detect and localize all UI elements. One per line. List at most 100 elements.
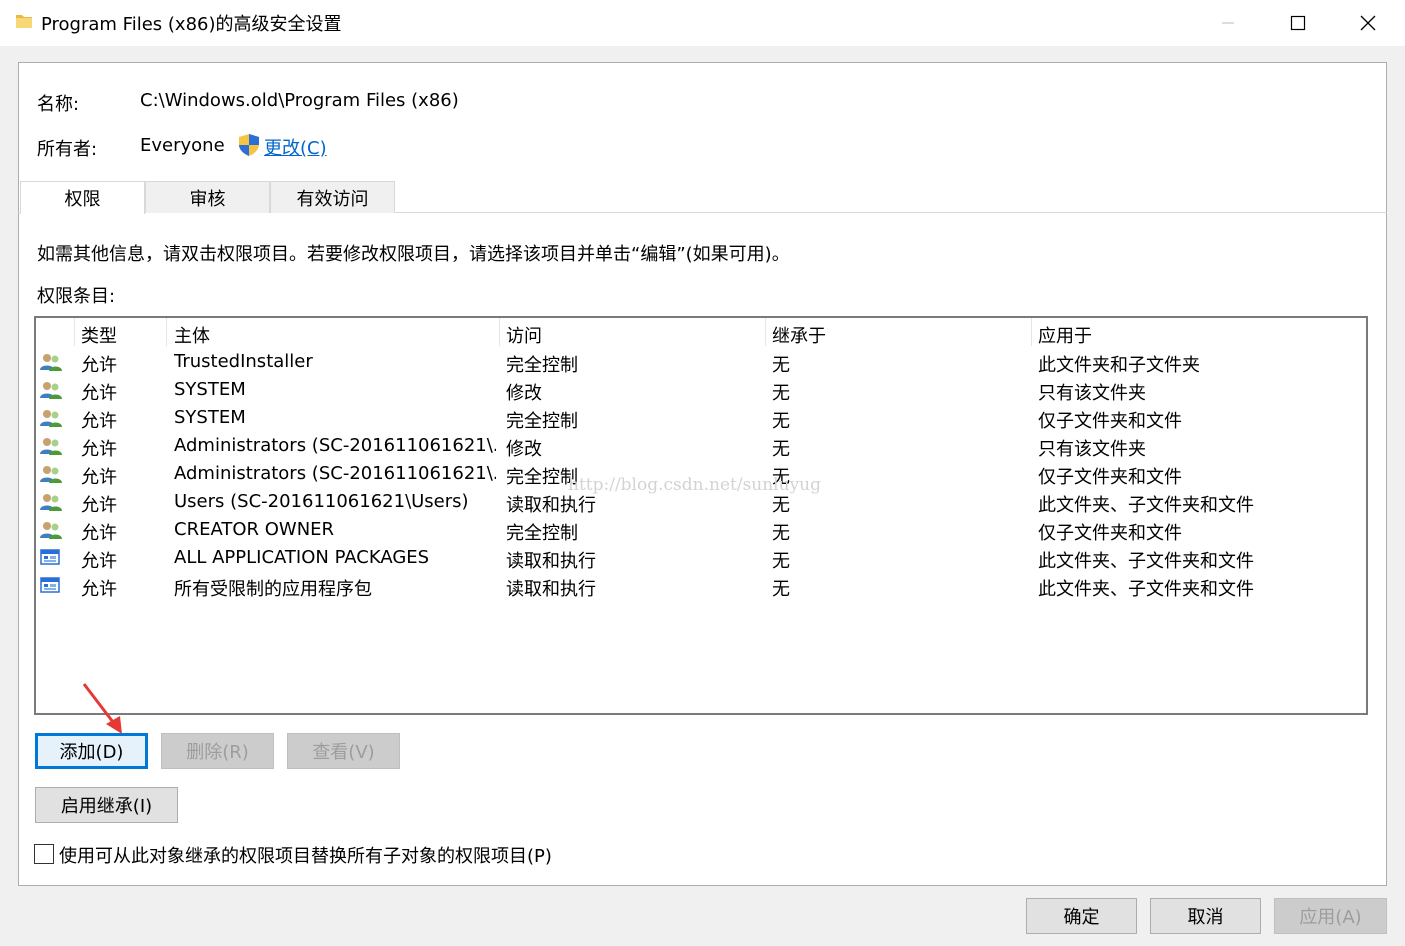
column-separator	[1031, 318, 1032, 346]
cell-principal: Administrators (SC-201611061621\...	[174, 463, 496, 484]
change-owner-link[interactable]: 更改(C)	[264, 134, 327, 160]
users-icon	[40, 464, 62, 484]
close-icon	[1360, 15, 1376, 31]
close-button[interactable]	[1333, 0, 1403, 46]
name-label: 名称:	[37, 94, 80, 115]
cell-access: 修改	[506, 439, 542, 460]
cell-inherited-from: 无	[772, 411, 790, 432]
cell-access: 修改	[506, 383, 542, 404]
cell-principal: SYSTEM	[174, 407, 246, 428]
cell-type: 允许	[81, 355, 117, 376]
cell-type: 允许	[81, 551, 117, 572]
cell-applies-to: 只有该文件夹	[1038, 439, 1146, 460]
table-row[interactable]: 允许 ALL APPLICATION PACKAGES 读取和执行 无 此文件夹、子文件…	[36, 544, 1366, 572]
cell-type: 允许	[81, 411, 117, 432]
cell-principal: SYSTEM	[174, 379, 246, 400]
cell-principal: TrustedInstaller	[174, 351, 313, 372]
table-row[interactable]: 允许 Administrators (SC-201611061621\... 修改 无…	[36, 432, 1366, 460]
cell-type: 允许	[81, 467, 117, 488]
cell-inherited-from: 无	[772, 467, 790, 488]
cell-applies-to: 仅子文件夹和文件	[1038, 411, 1182, 432]
folder-icon	[16, 15, 32, 28]
permission-entries-list[interactable]: 类型 主体 访问 继承于 应用于 允许 TrustedInstaller 完全控制无…	[34, 316, 1368, 715]
cell-applies-to: 只有该文件夹	[1038, 383, 1146, 404]
cell-type: 允许	[81, 579, 117, 600]
annotation-arrow-icon	[82, 683, 122, 734]
cell-inherited-from: 无	[772, 383, 790, 404]
cell-applies-to: 此文件夹和子文件夹	[1038, 355, 1200, 376]
owner-label: 所有者:	[37, 139, 98, 160]
column-header-type[interactable]: 类型	[81, 322, 117, 348]
cell-type: 允许	[81, 523, 117, 544]
users-icon	[40, 380, 62, 400]
table-row[interactable]: 允许 TrustedInstaller 完全控制 无 此文件夹和子文件夹	[36, 348, 1366, 376]
tab-auditing[interactable]: 审核	[145, 181, 270, 213]
table-row[interactable]: 允许 SYSTEM 修改 无 只有该文件夹	[36, 376, 1366, 404]
uac-shield-icon	[239, 134, 259, 156]
column-header-applies-to[interactable]: 应用于	[1038, 322, 1092, 348]
users-icon	[40, 408, 62, 428]
enable-inheritance-button[interactable]: 启用继承(I)	[35, 787, 178, 823]
add-button[interactable]: 添加(D)	[35, 733, 148, 769]
minimize-button[interactable]	[1193, 0, 1263, 46]
cell-applies-to: 此文件夹、子文件夹和文件	[1038, 551, 1254, 572]
maximize-button[interactable]	[1263, 0, 1333, 46]
users-icon	[40, 492, 62, 512]
table-row[interactable]: 允许 Users (SC-201611061621\Users) 读取和执行 无 此文件…	[36, 488, 1366, 516]
users-icon	[40, 352, 62, 372]
tab-permissions[interactable]: 权限	[20, 181, 145, 214]
cell-inherited-from: 无	[772, 495, 790, 516]
name-value: C:\Windows.old\Program Files (x86)	[140, 90, 459, 111]
table-row[interactable]: 允许 Administrators (SC-201611061621\... 完全控…	[36, 460, 1366, 488]
cell-access: 完全控制	[506, 467, 578, 488]
column-separator	[499, 318, 500, 346]
app-package-icon	[40, 576, 62, 596]
column-header-access[interactable]: 访问	[506, 322, 542, 348]
owner-value: Everyone	[140, 135, 225, 156]
remove-button[interactable]: 删除(R)	[161, 733, 274, 769]
cell-access: 读取和执行	[506, 579, 596, 600]
window-title: Program Files (x86)的高级安全设置	[41, 14, 342, 35]
table-row[interactable]: 允许 SYSTEM 完全控制 无 仅子文件夹和文件	[36, 404, 1366, 432]
cell-principal: CREATOR OWNER	[174, 519, 335, 540]
column-separator	[74, 318, 75, 346]
ok-button[interactable]: 确定	[1026, 898, 1137, 934]
column-header-inherited-from[interactable]: 继承于	[772, 322, 826, 348]
table-row[interactable]: 允许 CREATOR OWNER 完全控制 无 仅子文件夹和文件	[36, 516, 1366, 544]
cell-inherited-from: 无	[772, 551, 790, 572]
cell-inherited-from: 无	[772, 579, 790, 600]
cell-access: 读取和执行	[506, 551, 596, 572]
cancel-button[interactable]: 取消	[1150, 898, 1261, 934]
cell-principal: Users (SC-201611061621\Users)	[174, 491, 469, 512]
replace-child-permissions-label[interactable]: 使用可从此对象继承的权限项目替换所有子对象的权限项目(P)	[59, 842, 552, 868]
cell-principal: 所有受限制的应用程序包	[174, 579, 372, 600]
instructions-text: 如需其他信息，请双击权限项目。若要修改权限项目，请选择该项目并单击“编辑”(如果…	[37, 244, 790, 265]
cell-inherited-from: 无	[772, 355, 790, 376]
table-row[interactable]: 允许 所有受限制的应用程序包 读取和执行 无 此文件夹、子文件夹和文件	[36, 572, 1366, 600]
cell-inherited-from: 无	[772, 439, 790, 460]
cell-applies-to: 仅子文件夹和文件	[1038, 467, 1182, 488]
cell-type: 允许	[81, 439, 117, 460]
cell-principal: ALL APPLICATION PACKAGES	[174, 547, 430, 568]
cell-access: 完全控制	[506, 411, 578, 432]
view-button[interactable]: 查看(V)	[287, 733, 400, 769]
tab-effective-access[interactable]: 有效访问	[270, 181, 395, 213]
app-package-icon	[40, 548, 62, 568]
cell-applies-to: 此文件夹、子文件夹和文件	[1038, 579, 1254, 600]
entries-label: 权限条目:	[37, 286, 116, 307]
replace-child-permissions-checkbox[interactable]	[34, 844, 54, 864]
users-icon	[40, 436, 62, 456]
title-bar: Program Files (x86)的高级安全设置	[0, 0, 1405, 46]
cell-access: 读取和执行	[506, 495, 596, 516]
minimize-icon	[1222, 22, 1234, 24]
maximize-icon	[1290, 15, 1306, 31]
column-separator	[166, 318, 167, 346]
cell-principal: Administrators (SC-201611061621\...	[174, 435, 496, 456]
cell-type: 允许	[81, 383, 117, 404]
column-header-principal[interactable]: 主体	[174, 322, 210, 348]
cell-applies-to: 此文件夹、子文件夹和文件	[1038, 495, 1254, 516]
cell-type: 允许	[81, 495, 117, 516]
cell-applies-to: 仅子文件夹和文件	[1038, 523, 1182, 544]
apply-button[interactable]: 应用(A)	[1274, 898, 1387, 934]
cell-access: 完全控制	[506, 523, 578, 544]
